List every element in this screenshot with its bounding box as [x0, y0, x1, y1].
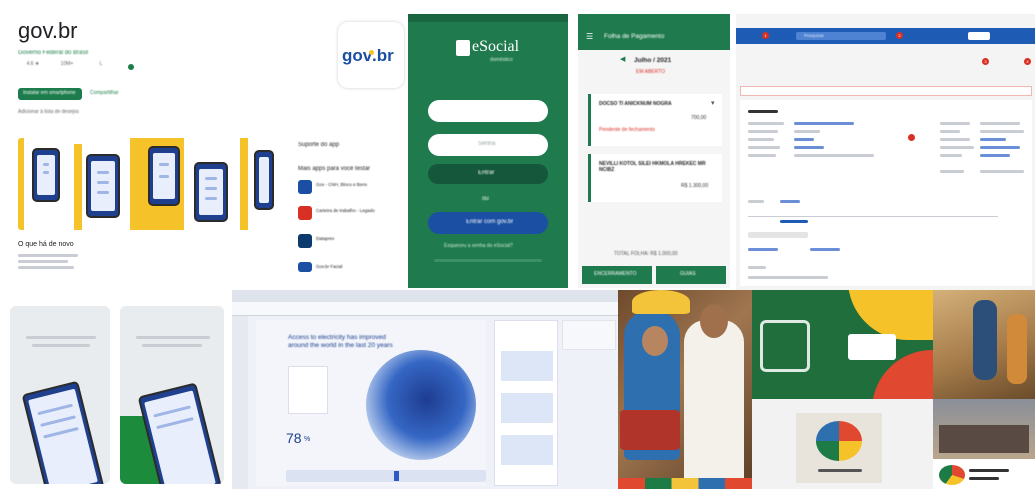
- guides-button[interactable]: GUIAS: [656, 266, 726, 284]
- enter-button[interactable]: Entrar: [428, 164, 548, 184]
- forgot-password-link[interactable]: Esqueceu a senha do eSocial?: [444, 243, 513, 250]
- app-title: gov.br: [18, 18, 78, 43]
- annotation-badge: 3: [982, 58, 989, 65]
- annotation-badge: 4: [1024, 58, 1031, 65]
- screenshot-phone: [86, 154, 120, 218]
- govbr-login-button[interactable]: Entrar com gov.br: [428, 212, 548, 234]
- legend-box: [288, 366, 328, 414]
- install-button[interactable]: Instalar em smartphone: [18, 88, 82, 100]
- campaign-banner: [752, 290, 933, 399]
- stat-value: 78: [286, 430, 302, 446]
- plan-logo: [939, 465, 965, 485]
- total-label: TOTAL FOLHA: R$ 1.000,00: [614, 251, 678, 257]
- employee-card[interactable]: DOCSO TI ANICKNUM NOGRA ▾ 700,00 Pendent…: [588, 94, 722, 146]
- similar-app-icon[interactable]: [298, 234, 312, 248]
- menu-icon[interactable]: ☰: [586, 32, 593, 41]
- closing-button[interactable]: ENCERRAMENTO: [582, 266, 652, 284]
- screenshot-phone: [194, 162, 228, 222]
- annotation-badge: 1: [762, 32, 769, 39]
- similar-app-name[interactable]: Carteira de trabalho - Legado: [316, 208, 375, 213]
- toolbar[interactable]: [740, 86, 1032, 96]
- map-panel: Access to electricity has improved aroun…: [256, 320, 486, 486]
- onboarding-card[interactable]: [10, 306, 110, 484]
- street-photo: [933, 290, 1035, 399]
- whats-new-title: O que há de novo: [18, 241, 74, 248]
- or-divider: ou: [482, 196, 489, 202]
- similar-app-name[interactable]: Gov.br Facial: [316, 264, 342, 269]
- rating-stat: 4.6 ★: [26, 61, 40, 67]
- dashboard-headline: Access to electricity has improved aroun…: [288, 334, 393, 350]
- record-form: [740, 100, 1032, 286]
- yellow-stripe: [18, 138, 24, 230]
- wishlist-button[interactable]: Adicionar à lista de desejos: [18, 109, 79, 116]
- onboarding-screens: [0, 290, 232, 489]
- browser-toolbar[interactable]: [232, 302, 618, 316]
- prev-month-icon[interactable]: ◀: [620, 56, 625, 64]
- person-figure: [684, 320, 744, 489]
- govbr-logo-panel: gov .br Suporte do app Mais apps para vo…: [288, 0, 408, 290]
- developer-link[interactable]: Governo Federal do Brasil: [18, 50, 88, 57]
- playstore-panel: gov.br Governo Federal do Brasil 4.6 ★ 1…: [0, 0, 288, 290]
- esocial-logo-icon: [456, 40, 470, 56]
- app-header: ☰ Folha de Pagamento: [578, 14, 730, 50]
- esocial-subtitle: doméstico: [490, 57, 513, 63]
- similar-app-icon[interactable]: [298, 206, 312, 220]
- screenshot-strip[interactable]: [18, 138, 274, 230]
- similar-app-icon[interactable]: [298, 262, 312, 272]
- desktop-system-screen: Pesquisar 1 2 3 4: [736, 14, 1035, 290]
- more-icon[interactable]: ▾: [711, 100, 715, 108]
- downloads-stat: 10M+: [60, 61, 74, 67]
- similar-app-name[interactable]: Dataprev: [316, 236, 334, 241]
- month-label: Julho / 2021: [634, 57, 672, 64]
- esocial-login-screen: eSocial doméstico Senha Entrar ou Entrar…: [408, 14, 568, 288]
- plan-logo: [816, 421, 862, 461]
- side-panel: [562, 320, 616, 350]
- password-input[interactable]: Senha: [428, 134, 548, 156]
- phone-mockup: [848, 334, 896, 360]
- onboarding-card[interactable]: [120, 306, 224, 484]
- chart-column: [494, 320, 558, 486]
- age-stat: L: [99, 61, 103, 67]
- status-bar: [408, 14, 568, 22]
- people-photo: [618, 290, 752, 489]
- badge-icon: [128, 64, 134, 70]
- status-badge: EM ABERTO: [636, 69, 665, 75]
- timeline-slider[interactable]: [286, 470, 486, 482]
- building-photo: [933, 399, 1035, 489]
- phone-mockup: [21, 380, 105, 484]
- header-title: Folha de Pagamento: [604, 33, 665, 40]
- annotation-badge: [908, 134, 915, 141]
- data-dashboard: Access to electricity has improved aroun…: [232, 290, 618, 489]
- screenshot-phone: [32, 148, 60, 202]
- login-button[interactable]: [968, 32, 990, 40]
- plan-logo-panel: [752, 399, 933, 489]
- top-bar: Pesquisar: [736, 28, 1035, 44]
- screenshot-phone: [148, 146, 180, 206]
- similar-app-icon[interactable]: [298, 180, 312, 194]
- share-button[interactable]: Compartilhar: [90, 90, 119, 97]
- similar-apps-title[interactable]: Mais apps para você testar: [298, 166, 370, 173]
- globe-map[interactable]: [366, 350, 476, 460]
- search-input[interactable]: Pesquisar: [796, 32, 886, 40]
- sidebar[interactable]: [232, 316, 248, 489]
- campaign-logo: [760, 320, 810, 372]
- payroll-screen: ☰ Folha de Pagamento ◀ Julho / 2021 EM A…: [578, 14, 730, 288]
- cpf-input[interactable]: [428, 100, 548, 122]
- similar-app-name[interactable]: Gov - CNH, Bloco e Bens: [316, 182, 367, 187]
- employee-card[interactable]: NEVILLI KOTOL SILEI HKMOLA HREKEC MR NCI…: [588, 154, 722, 202]
- esocial-brand: eSocial: [472, 38, 520, 55]
- app-icon: gov .br: [338, 22, 404, 88]
- browser-tabs[interactable]: [232, 290, 618, 302]
- support-title[interactable]: Suporte do app: [298, 142, 339, 149]
- annotation-badge: 2: [896, 32, 903, 39]
- logo-dot: [369, 50, 374, 55]
- screenshot-phone: [254, 150, 274, 210]
